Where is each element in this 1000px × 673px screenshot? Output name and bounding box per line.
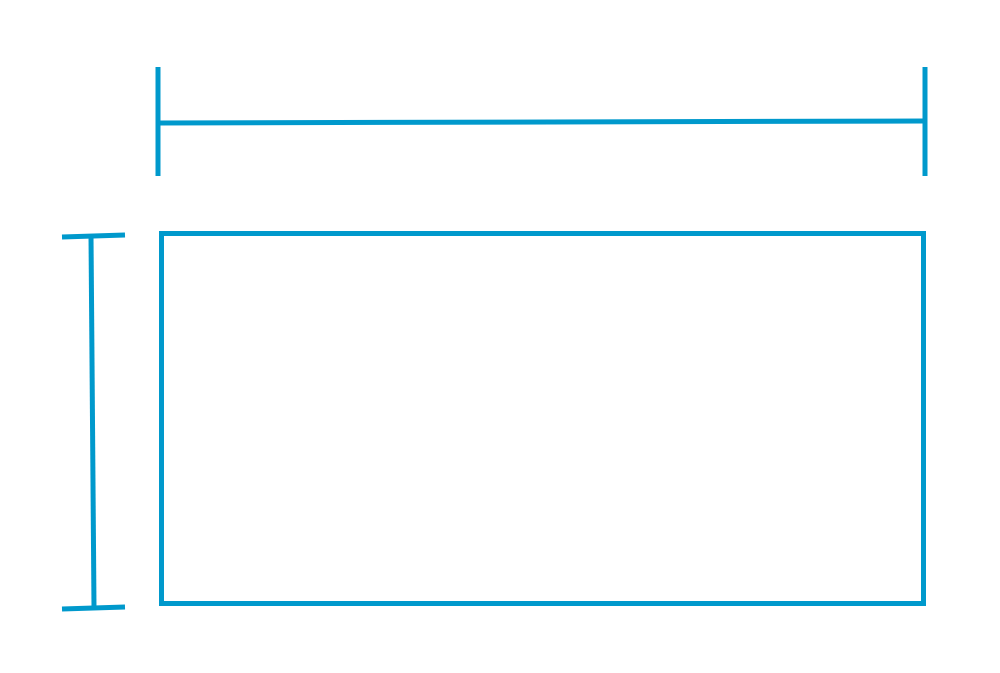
width-dimension-main-line <box>157 118 926 126</box>
height-dimension-bottom-tick <box>61 604 126 612</box>
diagram-background <box>0 0 1000 673</box>
height-dimension-main-line <box>88 235 97 609</box>
dimension-diagram <box>0 0 1000 673</box>
